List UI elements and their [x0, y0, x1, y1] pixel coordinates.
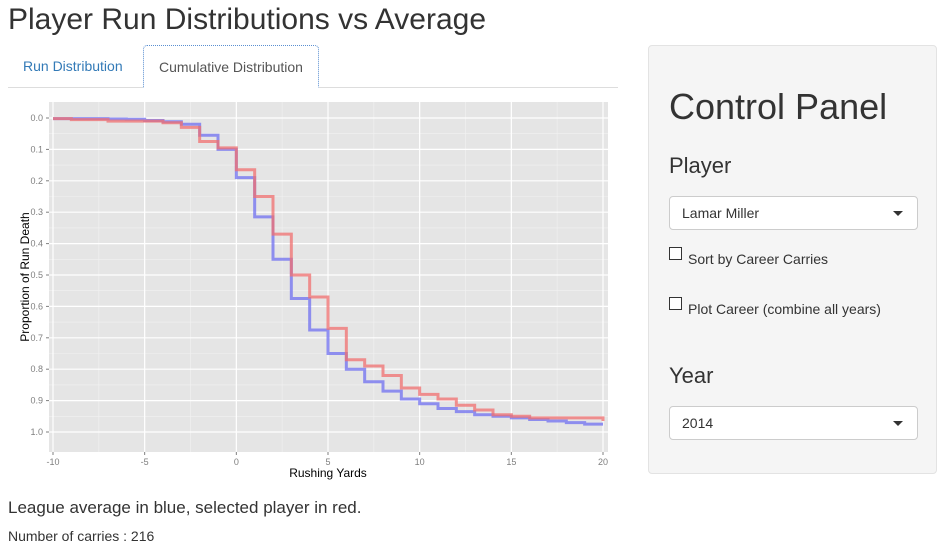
x-axis-title: Rushing Yards: [289, 466, 367, 480]
tab-run-distribution[interactable]: Run Distribution: [8, 45, 138, 87]
y-axis: 0.0 0.1 0.2 0.3 0.4 0.5 0.6 0.7 0.8 0.9 1.0: [30, 113, 49, 437]
x-tick-label: 15: [506, 457, 516, 467]
x-axis: -10 -5 0 5 10 15 20: [46, 452, 608, 467]
legend-caption: League average in blue, selected player …: [8, 498, 362, 517]
year-label: Year: [669, 363, 714, 388]
player-select-value: Lamar Miller: [682, 205, 760, 221]
sort-checkbox-label: Sort by Career Carries: [688, 251, 829, 267]
cumulative-distribution-chart: 0.0 0.1 0.2 0.3 0.4 0.5 0.6 0.7 0.8 0.9 1.0 -10 -5 0…: [18, 102, 608, 480]
y-tick-label: 0.6: [30, 301, 43, 311]
chevron-down-icon: [893, 421, 903, 426]
page-title: Player Run Distributions vs Average: [8, 3, 487, 36]
plot-career-checkbox[interactable]: Plot Career (combine all years): [669, 297, 881, 317]
career-checkbox-label: Plot Career (combine all years): [688, 301, 881, 317]
player-select[interactable]: Lamar Miller: [669, 196, 918, 230]
player-label: Player: [669, 153, 732, 178]
year-select[interactable]: 2014: [669, 406, 918, 440]
x-tick-label: 20: [598, 457, 608, 467]
tab-cumulative-distribution[interactable]: Cumulative Distribution: [143, 45, 319, 88]
checkbox-icon[interactable]: [669, 297, 682, 310]
y-tick-label: 0.9: [30, 396, 43, 406]
checkbox-icon[interactable]: [669, 247, 682, 260]
y-tick-label: 0.0: [30, 113, 43, 123]
x-tick-label: -5: [141, 457, 149, 467]
year-select-value: 2014: [682, 415, 714, 431]
control-panel-title: Control Panel: [669, 86, 888, 127]
y-tick-label: 1.0: [30, 427, 43, 437]
x-tick-label: 0: [234, 457, 239, 467]
y-axis-title: Proportion of Run Death: [18, 212, 32, 341]
y-tick-label: 0.3: [30, 207, 43, 217]
y-tick-label: 0.7: [30, 333, 43, 343]
control-panel: Control Panel Player Lamar Miller Sort b…: [648, 45, 937, 474]
y-tick-label: 0.5: [30, 270, 43, 280]
y-tick-label: 0.8: [30, 364, 43, 374]
tab-bar: Run Distribution Cumulative Distribution: [8, 45, 618, 88]
carries-count: Number of carries : 216: [8, 528, 155, 544]
chevron-down-icon: [893, 211, 903, 216]
x-tick-label: 10: [415, 457, 425, 467]
y-tick-label: 0.2: [30, 176, 43, 186]
y-tick-label: 0.1: [30, 144, 43, 154]
sort-by-career-carries-checkbox[interactable]: Sort by Career Carries: [669, 247, 829, 267]
x-tick-label: -10: [46, 457, 59, 467]
y-tick-label: 0.4: [30, 239, 43, 249]
